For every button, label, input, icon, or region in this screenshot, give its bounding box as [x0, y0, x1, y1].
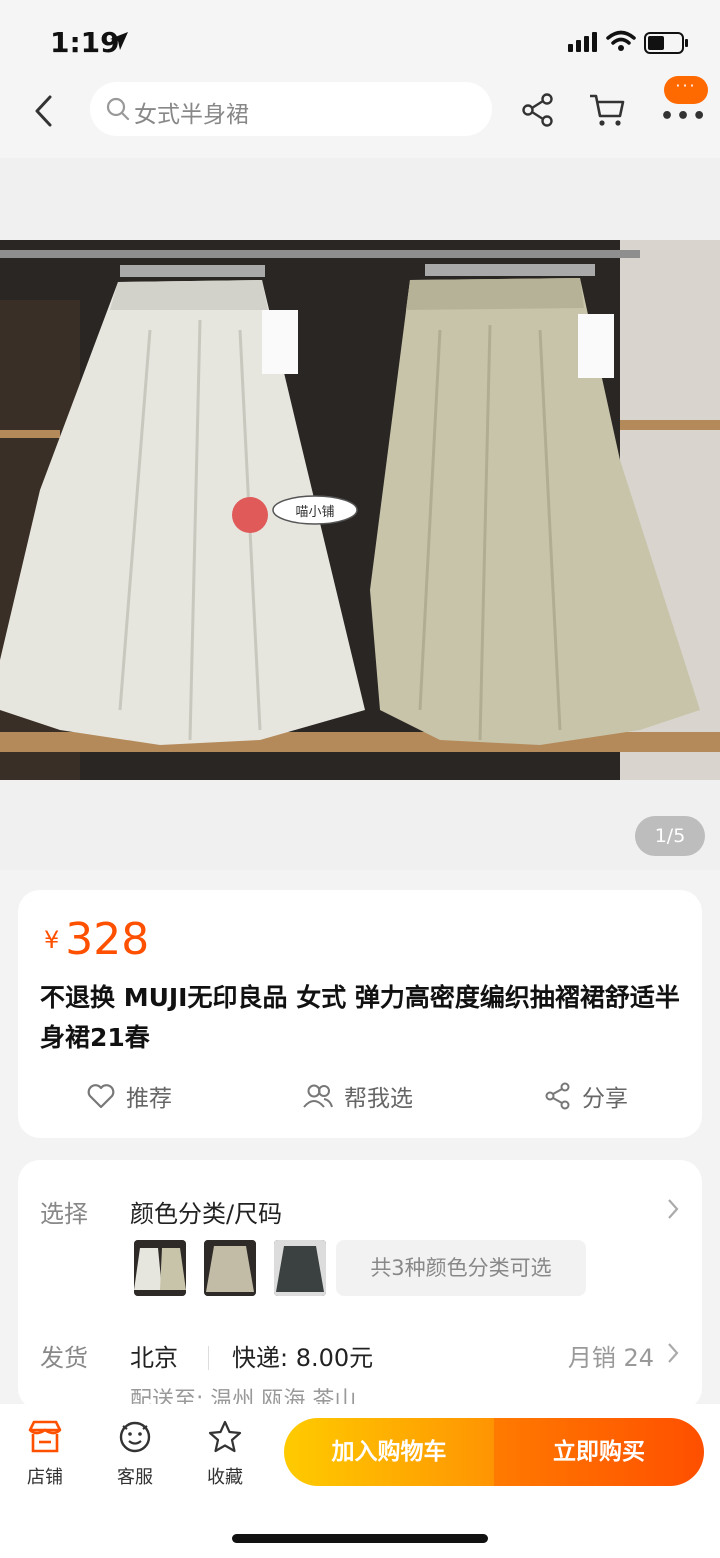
price-value: 328	[65, 914, 150, 965]
share-button[interactable]: 分享	[544, 1076, 628, 1116]
more-menu-button[interactable]: ··· •••	[656, 76, 712, 129]
cellular-signal-icon	[568, 32, 597, 52]
back-icon[interactable]	[28, 94, 62, 128]
store-tab[interactable]: 店铺	[10, 1420, 80, 1489]
service-label: 客服	[117, 1467, 153, 1488]
store-icon	[28, 1420, 62, 1453]
favorite-label: 收藏	[207, 1467, 243, 1488]
location-arrow-icon	[110, 32, 128, 50]
cart-icon[interactable]	[588, 92, 626, 128]
variant-thumb[interactable]	[274, 1240, 326, 1296]
variant-thumb[interactable]	[204, 1240, 256, 1296]
help-choose-label: 帮我选	[344, 1086, 413, 1112]
more-badge: ···	[664, 76, 708, 104]
express-fee: 快递: 8.00元	[232, 1344, 374, 1372]
product-info-card: ¥328 不退换 MUJI无印良品 女式 弹力高密度编织抽褶裙舒适半身裙21春 …	[18, 890, 702, 1138]
variant-count-pill[interactable]: 共3种颜色分类可选	[336, 1240, 586, 1296]
home-indicator[interactable]	[232, 1534, 488, 1543]
photo-watermark-text: 喵小铺	[295, 505, 334, 520]
price-symbol: ¥	[44, 926, 60, 954]
ship-origin: 北京	[130, 1344, 178, 1372]
bottom-action-bar: 店铺 客服 收藏 加入购物车 立即购买	[0, 1404, 720, 1558]
action-row: 推荐 帮我选 分享	[18, 1076, 702, 1116]
image-counter: 1/5	[635, 816, 705, 856]
nav-bar: 女式半身裙 ··· •••	[0, 76, 720, 158]
status-bar: 1:19	[0, 0, 720, 80]
monthly-sales: 月销 24	[567, 1344, 654, 1372]
help-choose-button[interactable]: 帮我选	[302, 1076, 413, 1116]
chevron-right-icon[interactable]	[666, 1198, 680, 1220]
search-query: 女式半身裙	[134, 102, 249, 128]
price: ¥328	[44, 914, 149, 965]
people-icon	[303, 1084, 333, 1108]
favorite-tab[interactable]: 收藏	[190, 1420, 260, 1489]
share-label: 分享	[582, 1086, 628, 1112]
recommend-label: 推荐	[126, 1086, 172, 1112]
recommend-button[interactable]: 推荐	[86, 1076, 172, 1116]
store-label: 店铺	[27, 1467, 63, 1488]
buy-now-button[interactable]: 立即购买	[494, 1418, 704, 1486]
chevron-right-icon[interactable]	[666, 1342, 680, 1364]
customer-service-tab[interactable]: 客服	[100, 1420, 170, 1489]
spec-card: 选择 颜色分类/尺码 共3种颜色分类可选 发货 北京 快递: 8.00元 月销 …	[18, 1160, 702, 1413]
select-value[interactable]: 颜色分类/尺码	[130, 1194, 282, 1229]
ship-label: 发货	[40, 1344, 88, 1372]
image-gallery[interactable]: 喵小铺 1/5	[0, 158, 720, 870]
variant-thumb[interactable]	[134, 1240, 186, 1296]
share-icon	[545, 1082, 570, 1110]
more-dots-icon: •••	[660, 104, 709, 129]
divider	[208, 1346, 209, 1370]
customer-service-icon	[119, 1421, 151, 1453]
wifi-icon	[606, 30, 636, 51]
search-input[interactable]: 女式半身裙	[90, 82, 492, 136]
product-photo[interactable]: 喵小铺	[0, 240, 720, 780]
battery-icon	[644, 32, 688, 54]
product-title: 不退换 MUJI无印良品 女式 弹力高密度编织抽褶裙舒适半身裙21春	[40, 983, 680, 1052]
share-icon[interactable]	[520, 92, 556, 128]
star-icon	[208, 1420, 242, 1453]
select-label: 选择	[40, 1200, 88, 1228]
add-to-cart-button[interactable]: 加入购物车	[284, 1418, 494, 1486]
heart-icon	[87, 1084, 115, 1109]
purchase-buttons: 加入购物车 立即购买	[284, 1418, 704, 1486]
search-icon	[106, 97, 130, 121]
